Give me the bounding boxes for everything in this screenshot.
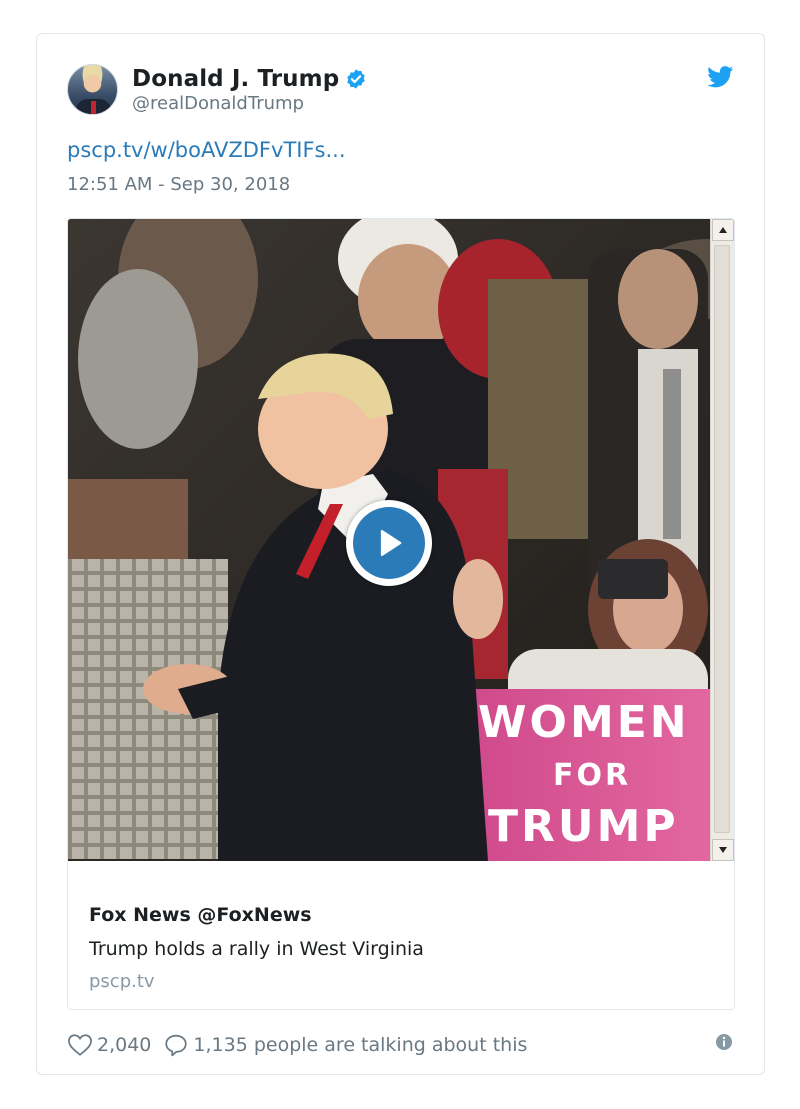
- author-name[interactable]: Donald J. Trump: [132, 66, 339, 92]
- card-details[interactable]: Fox News @FoxNews Trump holds a rally in…: [68, 861, 734, 1009]
- reply-action[interactable]: 1,135 people are talking about this: [163, 1033, 527, 1057]
- avatar[interactable]: [67, 64, 118, 115]
- like-action[interactable]: 2,040: [67, 1033, 151, 1057]
- scrollbar[interactable]: [710, 219, 734, 861]
- sign-text-women: WOMEN: [478, 697, 690, 748]
- sign-text-for: FOR: [553, 758, 631, 793]
- card-domain: pscp.tv: [89, 971, 155, 992]
- media-card[interactable]: WOMEN FOR TRUMP Fox News @FoxNews Trump …: [67, 218, 735, 1010]
- arrow-up-icon: [719, 227, 727, 233]
- like-count: 2,040: [97, 1034, 152, 1056]
- play-button[interactable]: [346, 500, 432, 586]
- tweet-link[interactable]: pscp.tv/w/boAVZDFvTIFs...: [67, 138, 346, 162]
- play-icon: [380, 529, 402, 557]
- tweet-timestamp[interactable]: 12:51 AM - Sep 30, 2018: [67, 174, 290, 195]
- info-icon[interactable]: [715, 1033, 733, 1051]
- verified-badge-icon: [347, 69, 365, 89]
- heart-icon: [68, 1034, 92, 1056]
- sign-text-trump: TRUMP: [488, 801, 679, 852]
- scroll-up-button[interactable]: [712, 219, 734, 241]
- scroll-down-button[interactable]: [712, 839, 734, 861]
- tweet-footer: 2,040 1,135 people are talking about thi…: [67, 1030, 735, 1060]
- arrow-down-icon: [719, 847, 727, 853]
- talking-count: 1,135 people are talking about this: [193, 1034, 528, 1056]
- card-title: Trump holds a rally in West Virginia: [89, 938, 424, 960]
- scrollbar-thumb[interactable]: [714, 245, 730, 833]
- author-handle[interactable]: @realDonaldTrump: [132, 93, 304, 114]
- author-row: Donald J. Trump: [132, 66, 367, 92]
- video-thumbnail[interactable]: WOMEN FOR TRUMP: [68, 219, 710, 861]
- speech-bubble-icon: [165, 1034, 188, 1057]
- twitter-bird-icon[interactable]: [707, 66, 734, 88]
- embedded-tweet: Donald J. Trump @realDonaldTrump pscp.tv…: [36, 33, 765, 1075]
- card-source: Fox News @FoxNews: [89, 904, 312, 926]
